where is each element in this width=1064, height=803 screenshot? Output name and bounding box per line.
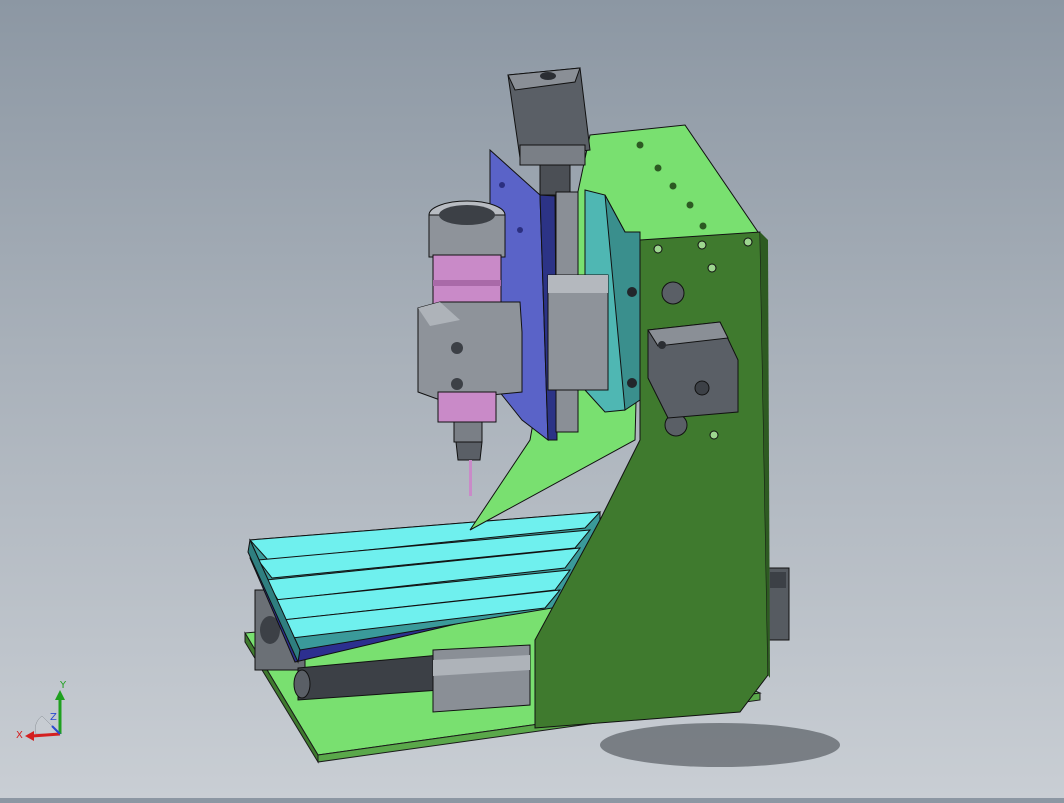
- triad-x-label: X: [16, 730, 23, 741]
- triad-y-label: Y: [59, 680, 67, 691]
- x-axis-arrow: [31, 732, 61, 738]
- z-stepper-motor: [507, 67, 591, 196]
- triad-z-label: Z: [50, 712, 57, 723]
- ground-shadow: [600, 723, 840, 767]
- coordinate-triad[interactable]: Y X Z: [14, 676, 76, 746]
- cnc-model: [244, 67, 840, 767]
- x-stepper-motor: [647, 321, 739, 419]
- x-axis-arrowhead: [25, 731, 34, 741]
- 3d-viewport[interactable]: Y X Z: [0, 0, 1064, 798]
- y-axis-arrowhead: [55, 690, 65, 700]
